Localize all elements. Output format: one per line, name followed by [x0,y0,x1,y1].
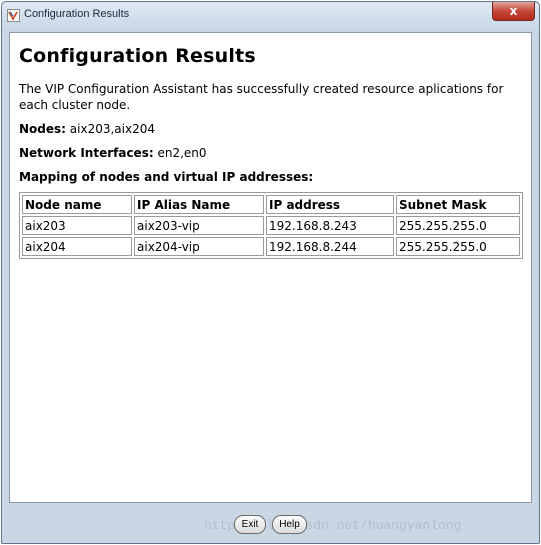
results-panel: Configuration Results The VIP Configurat… [9,32,532,503]
column-header-subnet-mask[interactable]: Subnet Mask [396,195,520,214]
java-app-icon [7,9,20,22]
cell-node-name[interactable]: aix204 [22,237,132,256]
nodes-label: Nodes: [19,122,66,136]
help-button[interactable]: Help [272,515,307,534]
table-header-row: Node name IP Alias Name IP address Subne… [22,195,520,214]
nodes-line: Nodes: aix203,aix204 [19,122,522,136]
window-title: Configuration Results [24,8,130,20]
mapping-heading: Mapping of nodes and virtual IP addresse… [19,170,314,184]
exit-button[interactable]: Exit [234,515,266,534]
mapping-table: Node name IP Alias Name IP address Subne… [19,192,523,259]
table-row[interactable]: aix204 aix204-vip 192.168.8.244 255.255.… [22,237,520,256]
dialog-window: Configuration Results x Configuration Re… [1,1,540,544]
button-bar: http://blog.csdn.net/huangyanlong Exit H… [9,507,532,539]
nodes-value: aix203,aix204 [69,122,155,136]
cell-ip-alias-name[interactable]: aix203-vip [134,216,264,235]
cell-ip-address[interactable]: 192.168.8.243 [266,216,394,235]
network-interfaces-label: Network Interfaces: [19,146,154,160]
column-header-ip-address[interactable]: IP address [266,195,394,214]
page-title: Configuration Results [19,45,256,67]
column-header-ip-alias-name[interactable]: IP Alias Name [134,195,264,214]
cell-ip-address[interactable]: 192.168.8.244 [266,237,394,256]
title-bar[interactable]: Configuration Results x [2,2,539,30]
network-interfaces-value: en2,en0 [157,146,207,160]
column-header-node-name[interactable]: Node name [22,195,132,214]
cell-subnet-mask[interactable]: 255.255.255.0 [396,237,520,256]
network-interfaces-line: Network Interfaces: en2,en0 [19,146,522,160]
description-text: The VIP Configuration Assistant has succ… [19,82,504,112]
cell-subnet-mask[interactable]: 255.255.255.0 [396,216,520,235]
cell-node-name[interactable]: aix203 [22,216,132,235]
close-button[interactable]: x [492,2,535,21]
cell-ip-alias-name[interactable]: aix204-vip [134,237,264,256]
close-icon: x [509,4,518,18]
table-row[interactable]: aix203 aix203-vip 192.168.8.243 255.255.… [22,216,520,235]
